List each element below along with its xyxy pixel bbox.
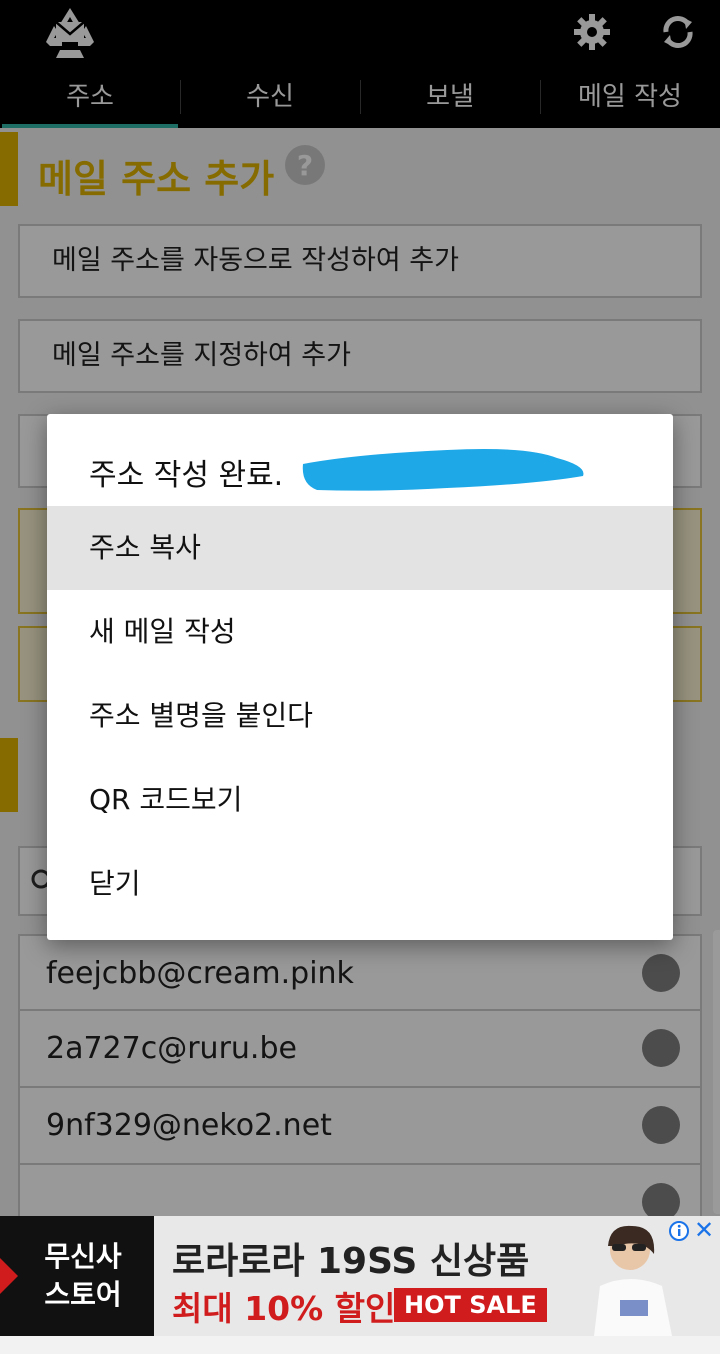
dialog-title: 주소 작성 완료.: [89, 458, 284, 493]
ad-discount: 최대 10% 할인: [172, 1289, 396, 1328]
menu-compose-mail[interactable]: 새 메일 작성: [47, 590, 673, 674]
menu-copy-address[interactable]: 주소 복사: [47, 506, 673, 590]
redaction-scribble: [302, 449, 584, 491]
menu-show-qr[interactable]: QR 코드보기: [47, 758, 673, 842]
ad-headline: 로라로라 19SS 신상품: [172, 1241, 530, 1282]
address-options-dialog: 주소 작성 완료. 주소 복사 새 메일 작성 주소 별명을 붙인다 QR 코드…: [47, 414, 673, 940]
ad-brand-logo: 무신사 스토어: [0, 1216, 154, 1336]
ad-banner[interactable]: 무신사 스토어 로라로라 19SS 신상품 최대 10% 할인 HOT SALE…: [0, 1216, 720, 1336]
menu-close[interactable]: 닫기: [47, 842, 673, 926]
scrollbar[interactable]: [713, 930, 720, 1214]
ad-arrow-icon: [0, 1258, 18, 1294]
ad-hot-sale-badge: HOT SALE: [394, 1288, 547, 1322]
bottom-strip: [0, 1336, 720, 1354]
menu-set-nickname[interactable]: 주소 별명을 붙인다: [47, 674, 673, 758]
ad-info-icon[interactable]: [668, 1220, 690, 1242]
ad-brand-name: 무신사 스토어: [44, 1240, 122, 1311]
ad-close-icon[interactable]: ✕: [694, 1216, 714, 1244]
